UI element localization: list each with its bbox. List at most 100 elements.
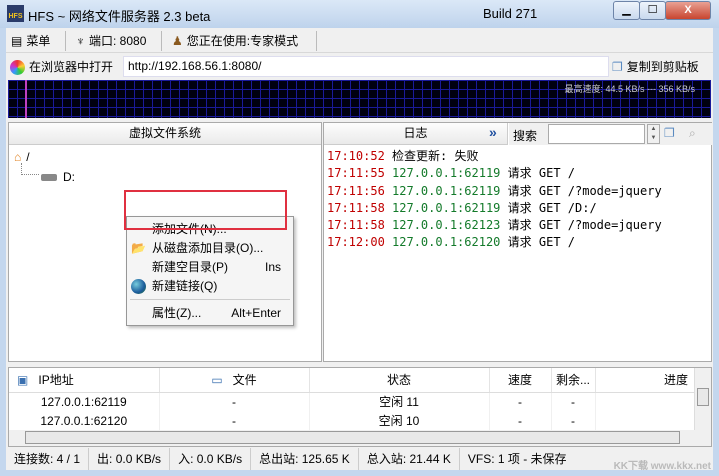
log-time: 17:12:00 bbox=[327, 235, 385, 250]
table-row[interactable]: 127.0.0.1:62120- 空闲 10- - bbox=[9, 411, 711, 430]
column-label: 文件 bbox=[232, 373, 257, 388]
scroll-thumb[interactable] bbox=[25, 431, 680, 444]
column-status[interactable]: 状态 bbox=[309, 368, 490, 393]
menu-item-new-folder[interactable]: 新建空目录(P) Ins bbox=[127, 258, 293, 277]
log-message: 请求 GET /?mode=jquery bbox=[507, 218, 662, 233]
search-input[interactable] bbox=[548, 124, 645, 144]
log-header: 日志 bbox=[324, 123, 508, 145]
menu-shortcut: Ins bbox=[264, 260, 281, 274]
main-window: ▤ 菜单 ♆ 端口: 8080 ♟ 您正在使用:专家模式 在浏览器中打开 http:/… bbox=[6, 28, 713, 470]
column-ip[interactable]: ▣ IP地址 bbox=[9, 368, 160, 393]
log-entry: 17:11:58 127.0.0.1:62123 请求 GET /?mode=j… bbox=[327, 217, 662, 234]
cell-remaining: - bbox=[551, 411, 596, 430]
maximize-button[interactable]: ☐ bbox=[639, 1, 666, 20]
log-message: 请求 GET / bbox=[507, 235, 575, 250]
folder-icon: 📂 bbox=[131, 241, 146, 255]
log-entry: 17:10:52 检查更新: 失败 bbox=[327, 148, 662, 165]
menu-button[interactable]: ▤ 菜单 bbox=[11, 32, 50, 50]
column-speed[interactable]: 速度 bbox=[489, 368, 552, 393]
scroll-thumb[interactable] bbox=[697, 388, 709, 406]
status-in-speed: 入: 0.0 KB/s bbox=[170, 448, 252, 470]
log-panel: 日志 » 搜索 ▲ ▼ ❐ ⌕ 17:10:52 检查更新: 失败 17:11:55… bbox=[323, 122, 712, 362]
watermark: KK下载 www.kkx.net bbox=[613, 461, 711, 472]
open-in-browser-label: 在浏览器中打开 bbox=[29, 60, 114, 74]
context-menu: 添加文件(N)... 📂 从磁盘添加目录(O)... 新建空目录(P) Ins 新建… bbox=[126, 216, 294, 326]
browser-icon bbox=[10, 59, 25, 75]
log-ip: 127.0.0.1:62119 bbox=[392, 183, 501, 198]
log-ip: 127.0.0.1:62119 bbox=[392, 200, 501, 215]
log-time: 17:10:52 bbox=[327, 149, 385, 163]
port-label: 端口: 8080 bbox=[89, 34, 147, 48]
window-title: HFS ~ 网络文件服务器 2.3 beta bbox=[28, 9, 211, 24]
menu-item-label: 新建空目录(P) bbox=[152, 260, 228, 274]
port-button[interactable]: ♆ 端口: 8080 bbox=[76, 32, 146, 50]
open-in-browser-button[interactable]: 在浏览器中打开 bbox=[10, 58, 113, 76]
copy-log-icon[interactable]: ❐ bbox=[664, 126, 675, 140]
hfs-app-icon: HFS bbox=[7, 5, 24, 22]
mode-button[interactable]: ♟ 您正在使用:专家模式 bbox=[172, 32, 298, 50]
search-spinner[interactable]: ▲ ▼ bbox=[647, 124, 660, 144]
close-button[interactable]: X bbox=[665, 1, 711, 20]
find-icon[interactable]: ⌕ bbox=[689, 126, 696, 141]
horizontal-scrollbar[interactable] bbox=[9, 430, 711, 446]
status-total-in: 总入站: 21.44 K bbox=[359, 448, 460, 470]
log-entry: 17:12:00 127.0.0.1:62120 请求 GET / bbox=[327, 234, 662, 251]
log-list: 17:10:52 检查更新: 失败 17:11:55 127.0.0.1:6211… bbox=[327, 148, 662, 252]
log-ip: 127.0.0.1:62120 bbox=[392, 235, 501, 250]
cell-speed: - bbox=[489, 392, 552, 411]
globe-icon bbox=[131, 279, 146, 294]
cell-speed: - bbox=[489, 411, 552, 430]
mode-label: 您正在使用:专家模式 bbox=[186, 34, 299, 48]
search-label: 搜索 bbox=[513, 129, 538, 143]
log-message: 请求 GET / bbox=[507, 166, 575, 181]
log-entry: 17:11:58 127.0.0.1:62119 请求 GET /D:/ bbox=[327, 200, 662, 217]
cell-ip: 127.0.0.1:62119 bbox=[9, 392, 160, 411]
title-bar: HFS HFS ~ 网络文件服务器 2.3 beta Build 271 ▁ ☐… bbox=[0, 0, 719, 28]
connections-header: ▣ IP地址 ▭ 文件 状态 速度 剩余... 进度 bbox=[9, 368, 711, 393]
menu-icon: ▤ bbox=[11, 34, 23, 48]
log-ip: 127.0.0.1:62123 bbox=[392, 218, 501, 233]
log-message: 检查更新: 失败 bbox=[392, 149, 479, 163]
log-time: 17:11:55 bbox=[327, 166, 385, 181]
status-out-speed: 出: 0.0 KB/s bbox=[89, 448, 171, 470]
column-label: IP地址 bbox=[38, 373, 74, 388]
home-icon: ⌂ bbox=[14, 150, 22, 164]
build-label: Build 271 bbox=[483, 6, 538, 21]
users-icon: ♟ bbox=[172, 34, 183, 48]
cell-file: - bbox=[159, 411, 310, 430]
expand-icon[interactable]: » bbox=[489, 124, 497, 140]
cell-file: - bbox=[159, 392, 310, 411]
menu-item-new-link[interactable]: 新建链接(Q) bbox=[127, 277, 293, 296]
table-row[interactable]: 127.0.0.1:62119- 空闲 11- - bbox=[9, 392, 711, 411]
log-time: 17:11:58 bbox=[327, 218, 385, 233]
vfs-header: 虚拟文件系统 bbox=[9, 123, 321, 145]
file-icon: ▭ bbox=[211, 373, 223, 388]
plug-icon: ♆ bbox=[76, 34, 85, 48]
minimize-button[interactable]: ▁ bbox=[613, 1, 640, 20]
log-time: 17:11:58 bbox=[327, 200, 385, 215]
cell-remaining: - bbox=[551, 392, 596, 411]
status-connections: 连接数: 4 / 1 bbox=[6, 448, 90, 470]
graph-speed-label: 最高速度: 44.5 KB/s --- 356 KB/s bbox=[564, 84, 695, 94]
column-file[interactable]: ▭ 文件 bbox=[159, 368, 310, 393]
vertical-scrollbar[interactable] bbox=[694, 368, 711, 430]
clipboard-icon: ❐ bbox=[612, 60, 623, 74]
vfs-drive-node[interactable]: D: bbox=[41, 170, 75, 184]
menu-item-add-folder[interactable]: 📂 从磁盘添加目录(O)... bbox=[127, 239, 293, 258]
log-entry: 17:11:56 127.0.0.1:62119 请求 GET /?mode=j… bbox=[327, 183, 662, 200]
vfs-root-node[interactable]: ⌂ / bbox=[14, 150, 30, 164]
copy-label: 复制到剪贴板 bbox=[626, 60, 699, 74]
copy-to-clipboard-button[interactable]: ❐ 复制到剪贴板 bbox=[612, 58, 699, 76]
log-message: 请求 GET /D:/ bbox=[507, 200, 597, 215]
highlight-box bbox=[124, 190, 287, 230]
menu-item-label: 新建链接(Q) bbox=[152, 279, 218, 293]
menu-item-label: 属性(Z)... bbox=[152, 306, 202, 320]
menu-item-properties[interactable]: 属性(Z)... Alt+Enter bbox=[127, 304, 293, 323]
cell-status: 空闲 10 bbox=[309, 411, 490, 430]
url-field[interactable]: http://192.168.56.1:8080/ bbox=[123, 56, 609, 77]
bandwidth-graph: 最高速度: 44.5 KB/s --- 356 KB/s bbox=[8, 80, 711, 118]
menu-label: 菜单 bbox=[26, 34, 51, 48]
drive-label: D: bbox=[63, 170, 75, 184]
computer-icon: ▣ bbox=[17, 373, 29, 388]
column-remaining[interactable]: 剩余... bbox=[551, 368, 596, 393]
